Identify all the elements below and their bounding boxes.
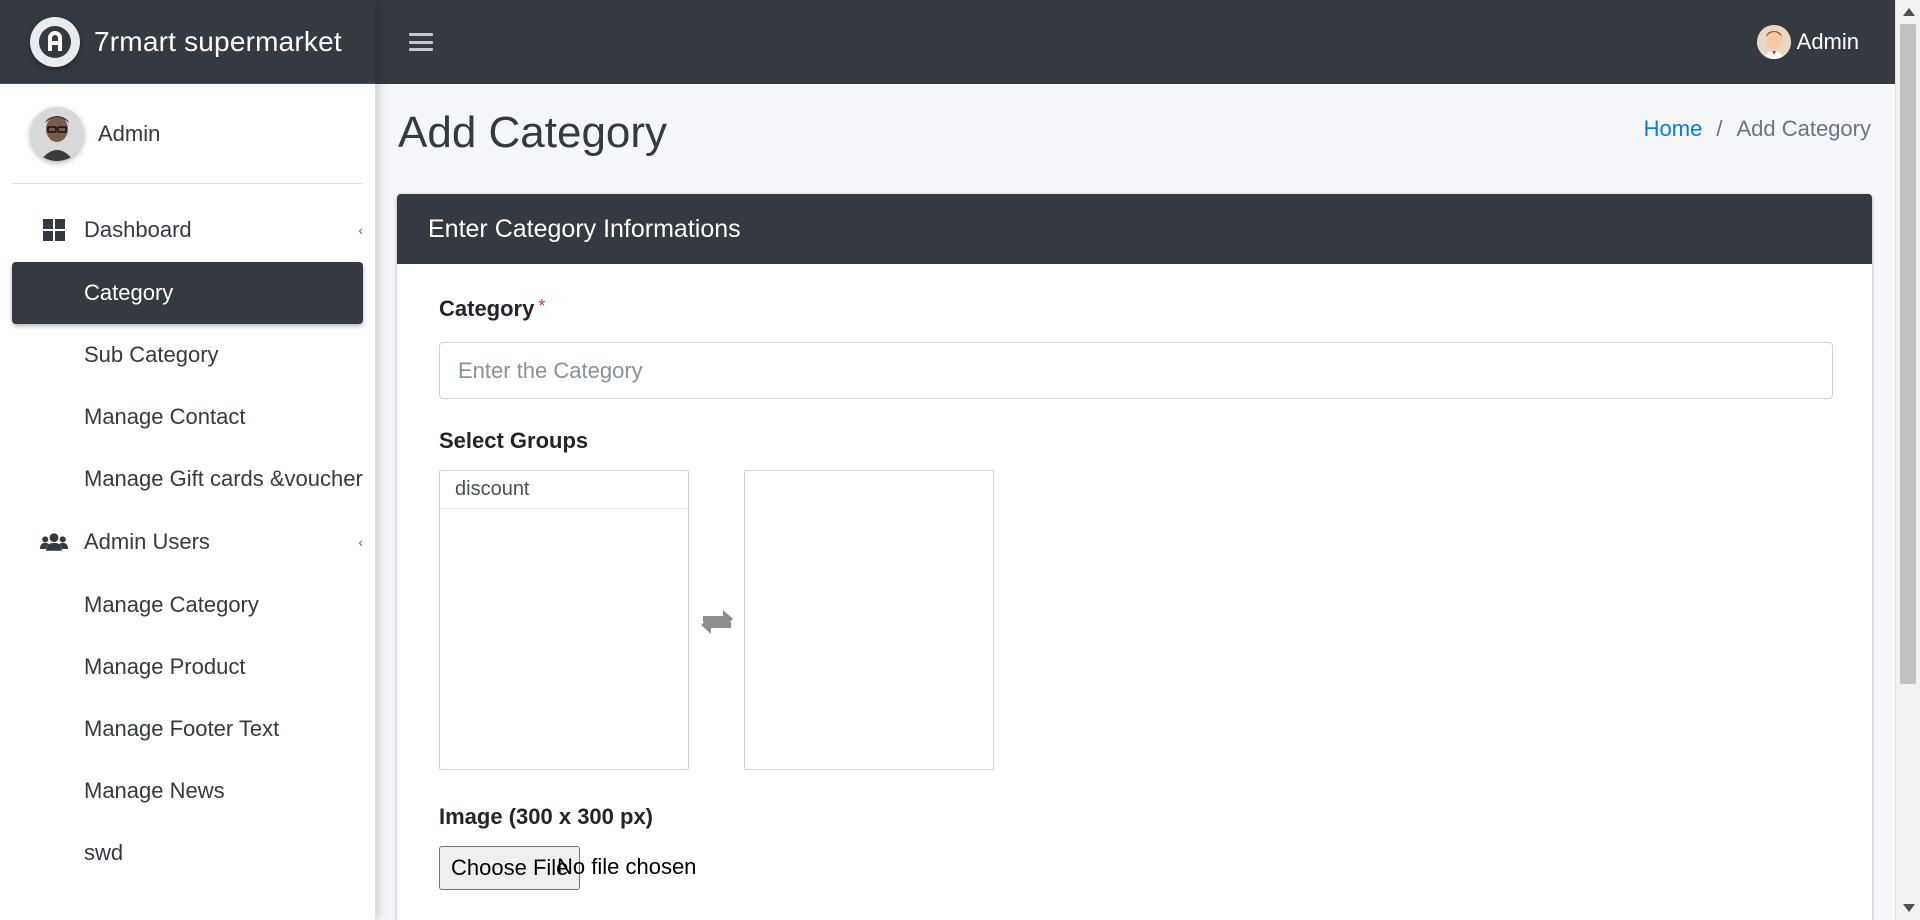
sidebar-item-manage-product[interactable]: Manage Product [12, 636, 363, 698]
groups-selected-list[interactable] [744, 470, 994, 770]
breadcrumb-home-link[interactable]: Home [1644, 116, 1703, 142]
scrollbar-thumb[interactable] [1900, 24, 1916, 684]
groups-available-list[interactable]: discount [439, 470, 689, 770]
users-icon [40, 528, 68, 556]
card-title: Enter Category Informations [397, 194, 1872, 264]
chevron-left-icon: ‹ [358, 222, 363, 238]
sidebar-item-manage-contact[interactable]: Manage Contact [12, 386, 363, 448]
sidebar-item-label: Manage Gift cards &voucher [84, 466, 363, 491]
sidebar-item-label: Dashboard [84, 217, 192, 242]
sidebar-item-label: Sub Category [84, 342, 219, 367]
chevron-left-icon: ‹ [358, 534, 363, 550]
sidebar-nav: Dashboard ‹ Category Sub Category Manage… [0, 184, 375, 884]
sidebar-item-label: Manage Contact [84, 404, 246, 429]
page-title: Add Category [398, 108, 668, 157]
sidebar-item-label: Manage Product [84, 654, 246, 679]
sidebar-user-name: Admin [98, 120, 161, 146]
content-wrapper: Add Category Home / Add Category Enter C… [375, 84, 1895, 920]
exchange-arrows-icon[interactable] [699, 606, 735, 636]
brand-link[interactable]: 7rmart supermarket [0, 0, 375, 84]
breadcrumb-current: Add Category [1736, 116, 1871, 141]
top-navbar: Admin [375, 0, 1895, 84]
sidebar-item-label: Manage Category [84, 592, 259, 617]
sidebar-user-panel[interactable]: Admin [12, 84, 363, 184]
category-label: Category * [439, 296, 545, 322]
brand-name: 7rmart supermarket [94, 25, 342, 57]
sidebar-item-label: swd [84, 840, 124, 865]
sidebar-item-swd[interactable]: swd [12, 822, 363, 884]
sidebar-item-manage-footer-text[interactable]: Manage Footer Text [12, 698, 363, 760]
avatar [30, 106, 84, 161]
hamburger-icon[interactable] [409, 30, 433, 54]
main-sidebar: 7rmart supermarket Admin Dashboard ‹ Cat… [0, 0, 375, 920]
category-input[interactable] [439, 342, 1833, 399]
sidebar-item-manage-category[interactable]: Manage Category [12, 574, 363, 636]
scroll-down-arrow-icon[interactable] [1903, 904, 1915, 912]
user-menu[interactable]: Admin [1756, 25, 1859, 59]
sidebar-item-category[interactable]: Category [12, 262, 363, 324]
select-groups-label: Select Groups [439, 428, 589, 453]
adminlte-logo-icon [30, 16, 80, 67]
sidebar-item-label: Admin Users [84, 529, 210, 554]
breadcrumb: Home / Add Category [1644, 116, 1871, 142]
vertical-scrollbar[interactable] [1895, 0, 1920, 920]
image-label: Image (300 x 300 px) [439, 804, 654, 829]
dashboard-grid-icon [40, 216, 68, 244]
list-item[interactable]: discount [440, 471, 688, 509]
sidebar-item-manage-gift-cards[interactable]: Manage Gift cards &voucher [12, 448, 363, 510]
sidebar-item-label: Category [84, 280, 174, 305]
sidebar-item-sub-category[interactable]: Sub Category [12, 324, 363, 386]
avatar [1756, 25, 1791, 59]
category-form-card: Enter Category Informations Category* Se… [397, 194, 1872, 920]
sidebar-item-dashboard[interactable]: Dashboard ‹ [12, 198, 363, 262]
category-label-text: Category [439, 296, 535, 321]
sidebar-item-manage-news[interactable]: Manage News [12, 760, 363, 822]
breadcrumb-separator: / [1716, 116, 1723, 141]
sidebar-item-label: Manage News [84, 778, 225, 803]
top-user-name: Admin [1796, 29, 1859, 54]
sidebar-item-admin-users[interactable]: Admin Users ‹ [12, 510, 363, 574]
required-mark: * [538, 296, 546, 316]
scroll-up-arrow-icon[interactable] [1903, 8, 1915, 16]
file-status-text: No file chosen [557, 854, 697, 879]
sidebar-item-label: Manage Footer Text [84, 716, 280, 741]
